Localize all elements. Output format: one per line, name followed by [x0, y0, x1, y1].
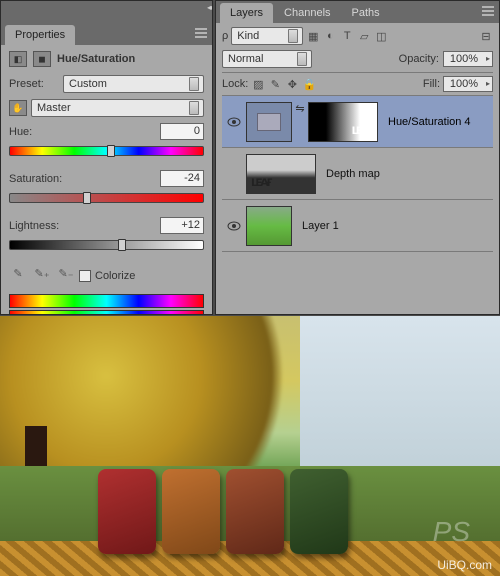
tab-properties[interactable]: Properties [5, 25, 75, 45]
saturation-label: Saturation: [9, 173, 62, 185]
mask-thumb[interactable]: ʟᴇᴀғ [308, 102, 378, 142]
link-icon[interactable]: ⇋ [294, 102, 306, 142]
colorize-checkbox[interactable]: Colorize [79, 270, 135, 282]
eyedropper-add-icon[interactable]: ✎₊ [33, 264, 51, 282]
visibility-toggle[interactable] [226, 218, 242, 234]
layer-thumb[interactable] [246, 206, 292, 246]
adjustment-title: Hue/Saturation [57, 53, 135, 65]
visibility-toggle[interactable] [226, 166, 242, 182]
layers-panel: Layers Channels Paths ρ Kind≑ ▦ ◐ T ▱ ◫ … [215, 0, 500, 315]
filter-pixel-icon[interactable]: ▦ [306, 29, 320, 43]
filter-adjust-icon[interactable]: ◐ [323, 29, 337, 43]
layer-name[interactable]: Hue/Saturation 4 [388, 116, 471, 128]
filter-toggle[interactable]: ⊟ [479, 29, 493, 43]
adjustment-icon: ◧ [9, 51, 27, 67]
opacity-input[interactable]: 100% [443, 51, 493, 67]
saturation-input[interactable]: -24 [160, 170, 204, 187]
eyedropper-icon[interactable]: ✎ [9, 264, 27, 282]
properties-tabrow: ◂◂ [1, 1, 212, 23]
properties-panel: ◂◂ Properties ◧ ◼ Hue/Saturation Preset:… [0, 0, 213, 315]
hue-slider[interactable] [9, 146, 204, 160]
blend-select[interactable]: Normal≑ [222, 50, 312, 68]
mask-icon: ◼ [33, 51, 51, 67]
filter-type-icon[interactable]: T [340, 29, 354, 43]
lightness-slider[interactable] [9, 240, 204, 254]
lock-paint-icon[interactable]: ✎ [268, 77, 282, 91]
lock-trans-icon[interactable]: ▨ [251, 77, 265, 91]
target-adjust-icon[interactable]: ✋ [9, 100, 27, 116]
hue-strip-2 [9, 310, 204, 314]
layer-row[interactable]: Layer 1 [222, 200, 493, 252]
preset-select[interactable]: Custom≑ [63, 75, 204, 93]
channel-select[interactable]: Master≑ [31, 99, 204, 117]
hue-label: Hue: [9, 126, 59, 138]
opacity-label: Opacity: [399, 53, 439, 65]
layer-name[interactable]: Depth map [326, 168, 380, 180]
lock-label: Lock: [222, 78, 248, 90]
fill-label: Fill: [423, 78, 440, 90]
saturation-slider[interactable] [9, 193, 204, 207]
fill-input[interactable]: 100% [443, 76, 493, 92]
filter-shape-icon[interactable]: ▱ [357, 29, 371, 43]
layer-list: ⇋ ʟᴇᴀғ Hue/Saturation 4 ʟᴇᴀғ Depth map [222, 96, 493, 252]
filter-select[interactable]: Kind≑ [231, 27, 303, 45]
eyedropper-sub-icon[interactable]: ✎₋ [57, 264, 75, 282]
tab-paths[interactable]: Paths [342, 3, 390, 23]
filter-smart-icon[interactable]: ◫ [374, 29, 388, 43]
layer-row[interactable]: ʟᴇᴀғ Depth map [222, 148, 493, 200]
layers-menu-icon[interactable] [481, 5, 495, 17]
lock-all-icon[interactable]: 🔒 [302, 77, 316, 91]
tab-layers[interactable]: Layers [220, 3, 273, 23]
layer-name[interactable]: Layer 1 [302, 220, 339, 232]
visibility-toggle[interactable] [226, 114, 242, 130]
lock-pos-icon[interactable]: ✥ [285, 77, 299, 91]
watermark-logo: PS [433, 516, 470, 548]
hue-strip [9, 294, 204, 308]
hue-input[interactable]: 0 [160, 123, 204, 140]
lightness-label: Lightness: [9, 220, 59, 232]
image-preview: PS UiBQ.com [0, 316, 500, 576]
watermark: UiBQ.com [437, 558, 492, 572]
layer-thumb[interactable]: ʟᴇᴀғ [246, 154, 316, 194]
lightness-input[interactable]: +12 [160, 217, 204, 234]
layer-thumb[interactable] [246, 102, 292, 142]
collapse-icon[interactable]: ◂◂ [207, 3, 209, 12]
tab-channels[interactable]: Channels [274, 3, 340, 23]
panel-menu-icon[interactable] [194, 27, 208, 39]
layer-row[interactable]: ⇋ ʟᴇᴀғ Hue/Saturation 4 [222, 96, 493, 148]
preset-label: Preset: [9, 78, 59, 90]
